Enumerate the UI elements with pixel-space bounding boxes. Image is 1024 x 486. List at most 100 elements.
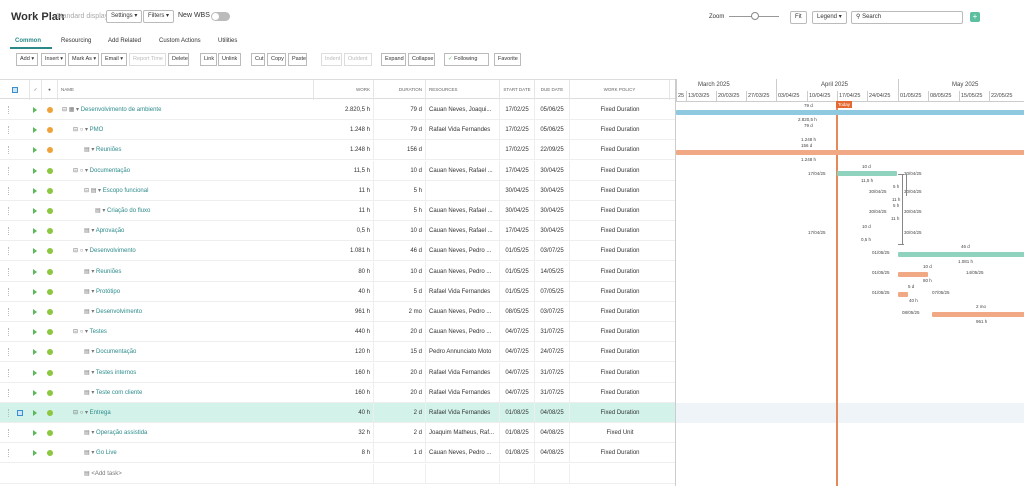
cell-duration[interactable]: 2 d bbox=[374, 403, 426, 423]
drag-handle[interactable] bbox=[8, 166, 10, 175]
drag-handle[interactable] bbox=[8, 227, 10, 236]
expand-arrow-icon[interactable] bbox=[33, 288, 37, 295]
expand-arrow-icon[interactable] bbox=[33, 228, 37, 235]
cell-work-policy[interactable]: Fixed Duration bbox=[570, 363, 670, 383]
task-name[interactable]: ⊟ ○ ▾ Desenvolvimento bbox=[73, 241, 136, 261]
cell-resources[interactable]: Cauan Neves, Pedro ... bbox=[426, 322, 500, 343]
email-button[interactable]: Email ▾ bbox=[101, 53, 127, 66]
tab-utilities[interactable]: Utilities bbox=[218, 38, 237, 44]
cell-due-date[interactable]: 22/09/25 bbox=[535, 140, 570, 161]
drag-handle[interactable] bbox=[8, 409, 10, 417]
column-work[interactable]: WORK bbox=[314, 80, 374, 100]
cell-start-date[interactable]: 04/07/25 bbox=[500, 362, 535, 383]
cell-duration[interactable]: 2 d bbox=[374, 423, 426, 444]
drag-handle[interactable] bbox=[8, 328, 10, 337]
table-row[interactable]: ▤ ▾ Go Live 8 h1 d Cauan Neves, Pedro ... 0… bbox=[0, 443, 675, 464]
cell-start-date[interactable]: 04/07/25 bbox=[500, 342, 535, 363]
settings-button[interactable]: Settings ▾ bbox=[106, 10, 143, 23]
tab-custom-actions[interactable]: Custom Actions bbox=[159, 38, 201, 44]
table-row[interactable]: ▤ ▾ Protótipo 40 h5 d Rafael Vida Fernande… bbox=[0, 281, 675, 302]
cell-work[interactable]: 961 h bbox=[314, 302, 374, 322]
cell-work[interactable]: 11,5 h bbox=[314, 160, 374, 181]
cell-resources[interactable]: Rafael Vida Fernandes bbox=[426, 120, 500, 141]
expand-arrow-icon[interactable] bbox=[33, 167, 37, 174]
tab-resourcing[interactable]: Resourcing bbox=[61, 38, 91, 44]
cell-duration[interactable]: 46 d bbox=[374, 241, 426, 262]
expand-button[interactable]: Expand bbox=[381, 53, 406, 66]
table-row[interactable]: ▤ ▾ Teste com cliente 160 h 20 d Rafael Vid… bbox=[0, 382, 675, 403]
cell-work-policy[interactable]: Fixed Duration bbox=[570, 443, 670, 463]
table-row[interactable]: ▤ ▾ Reuniões 80 h 10 d Cauan Neves, Pedro .… bbox=[0, 261, 675, 282]
cell-duration[interactable] bbox=[374, 463, 426, 484]
table-row[interactable]: ⊟ ○ ▾ PMO 1.248 h 79 d Rafael Vida Fernande… bbox=[0, 120, 675, 141]
cell-due-date[interactable]: 03/07/25 bbox=[535, 302, 570, 322]
tab-add-related[interactable]: Add Related bbox=[108, 38, 141, 44]
cell-due-date[interactable]: 31/07/25 bbox=[535, 362, 570, 383]
column-start-date[interactable]: START DATE bbox=[500, 80, 535, 100]
cell-duration[interactable]: 5 d bbox=[374, 281, 426, 302]
drag-handle[interactable] bbox=[8, 348, 10, 357]
cell-due-date[interactable]: 31/07/25 bbox=[535, 322, 570, 343]
cell-due-date[interactable]: 14/05/25 bbox=[535, 261, 570, 282]
cell-duration[interactable]: 79 d bbox=[374, 100, 426, 120]
cell-due-date[interactable]: 03/07/25 bbox=[535, 241, 570, 262]
expand-arrow-icon[interactable] bbox=[33, 107, 37, 113]
favorite-button[interactable]: Favorite bbox=[494, 53, 521, 66]
cell-due-date[interactable]: 30/04/25 bbox=[535, 201, 570, 221]
expand-arrow-icon[interactable] bbox=[33, 369, 37, 376]
cell-duration[interactable]: 10 d bbox=[374, 221, 426, 242]
drag-handle[interactable] bbox=[8, 388, 10, 397]
expand-arrow-icon[interactable] bbox=[33, 147, 37, 154]
expand-arrow-icon[interactable] bbox=[33, 430, 37, 437]
cell-resources[interactable]: Joaquim Matheus, Raf... bbox=[426, 423, 500, 444]
task-name[interactable]: ▤ ▾ Aprovação bbox=[84, 221, 124, 241]
cell-start-date[interactable]: 08/05/25 bbox=[500, 302, 535, 322]
cell-work-policy[interactable]: Fixed Duration bbox=[570, 302, 670, 322]
drag-handle[interactable] bbox=[8, 429, 10, 438]
new-wbs-toggle[interactable] bbox=[211, 12, 230, 21]
insert-button[interactable]: Insert ▾ bbox=[41, 53, 66, 66]
column-resources[interactable]: RESOURCES bbox=[426, 80, 500, 100]
cell-start-date[interactable]: 01/08/25 bbox=[500, 443, 535, 464]
cell-resources[interactable]: Cauan Neves, Joaqui... bbox=[426, 100, 500, 120]
cell-duration[interactable]: 2 mo bbox=[374, 302, 426, 322]
cell-due-date[interactable]: 05/06/25 bbox=[535, 120, 570, 141]
table-row[interactable]: ⊟ ○ ▾ Desenvolvimento 1.081 h 46 d Cauan Ne… bbox=[0, 241, 675, 262]
gantt-task-bar[interactable] bbox=[932, 312, 1024, 317]
cell-due-date[interactable]: 30/04/25 bbox=[535, 160, 570, 181]
cell-work[interactable]: 32 h bbox=[314, 423, 374, 444]
cell-due-date[interactable]: 04/08/25 bbox=[535, 443, 570, 464]
task-name[interactable]: ⊟ ▤ ▾ Escopo funcional bbox=[84, 181, 148, 201]
cell-work-policy[interactable]: Fixed Duration bbox=[570, 383, 670, 403]
cell-duration[interactable]: 10 d bbox=[374, 160, 426, 181]
cell-work-policy[interactable]: Fixed Duration bbox=[570, 322, 670, 342]
cell-due-date[interactable]: 30/04/25 bbox=[535, 180, 570, 201]
drag-handle[interactable] bbox=[8, 106, 10, 114]
expand-arrow-icon[interactable] bbox=[33, 309, 37, 315]
cell-work-policy[interactable]: Fixed Duration bbox=[570, 241, 670, 261]
cell-duration[interactable]: 1 d bbox=[374, 443, 426, 464]
gantt-task-bar[interactable] bbox=[898, 272, 928, 277]
cell-work-policy[interactable]: Fixed Duration bbox=[570, 262, 670, 282]
task-name[interactable]: ▤ ▾ Go Live bbox=[84, 443, 117, 463]
expand-arrow-icon[interactable] bbox=[33, 187, 37, 194]
cell-start-date[interactable]: 17/02/25 bbox=[500, 100, 535, 120]
task-name[interactable]: ▤ ▾ Documentação bbox=[84, 342, 136, 362]
cell-duration[interactable]: 15 d bbox=[374, 342, 426, 363]
cell-resources[interactable]: Rafael Vida Fernandes bbox=[426, 362, 500, 383]
cell-start-date[interactable]: 17/02/25 bbox=[500, 120, 535, 141]
task-name[interactable]: ⊟ ○ ▾ Entrega bbox=[73, 403, 111, 423]
cell-work[interactable]: 40 h bbox=[314, 281, 374, 302]
cell-resources[interactable] bbox=[426, 463, 500, 484]
cell-due-date[interactable]: 07/05/25 bbox=[535, 281, 570, 302]
expand-arrow-icon[interactable] bbox=[33, 208, 37, 214]
task-name[interactable]: ▤ ▾ Desenvolvimento bbox=[84, 302, 142, 322]
task-name[interactable]: ▤ ▾ Reuniões bbox=[84, 262, 121, 282]
cell-work-policy[interactable]: Fixed Unit bbox=[570, 423, 670, 443]
expand-arrow-icon[interactable] bbox=[33, 450, 37, 457]
table-row[interactable]: ⊟ ▦ ▾ Desenvolvimento de ambiente 2.820,5… bbox=[0, 100, 675, 120]
unlink-button[interactable]: Unlink bbox=[218, 53, 241, 66]
cell-work-policy[interactable]: Fixed Duration bbox=[570, 140, 670, 160]
add-icon[interactable]: + bbox=[970, 12, 980, 22]
gantt-summary-bar[interactable] bbox=[898, 252, 1024, 257]
